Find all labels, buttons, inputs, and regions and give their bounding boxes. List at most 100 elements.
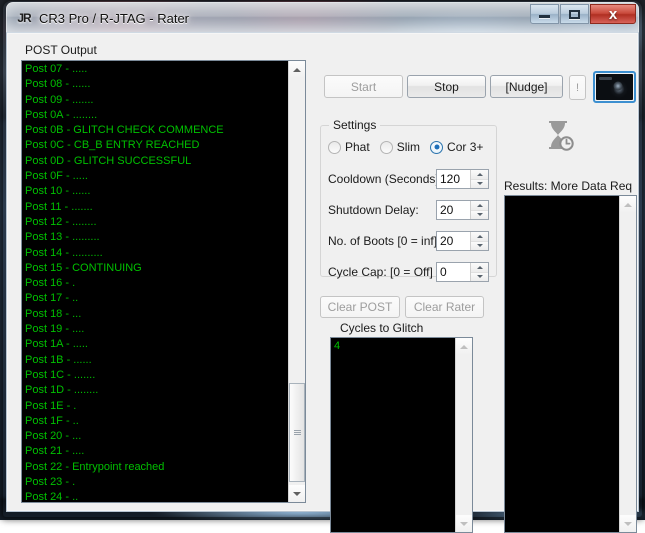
stop-button[interactable]: Stop	[407, 75, 486, 98]
minimize-button[interactable]	[530, 4, 559, 24]
radio-cor3plus-label: Cor 3+	[447, 140, 484, 154]
post-line: Post 20 - ...	[25, 430, 82, 443]
post-scrollbar[interactable]	[288, 61, 305, 502]
results-scroll-up-button[interactable]	[620, 196, 636, 213]
cycles-scroll-up-button[interactable]	[456, 338, 472, 355]
caret-down-icon	[476, 244, 483, 248]
post-scroll-thumb[interactable]	[289, 383, 305, 482]
cycle-cap-stepper[interactable]: 0	[436, 262, 489, 282]
window-controls: x	[530, 4, 636, 24]
boots-stepper-buttons	[470, 232, 488, 250]
caret-down-icon	[476, 213, 483, 217]
cooldown-row: Cooldown (Seconds) 120	[328, 169, 491, 189]
settings-legend: Settings	[329, 118, 381, 132]
cycles-to-glitch-value: 4	[334, 340, 341, 352]
post-line: Post 09 - .......	[25, 93, 94, 106]
cycles-scroll-down-button[interactable]	[456, 515, 472, 532]
cycle-cap-row: Cycle Cap: [0 = Off] 0	[328, 262, 491, 282]
caret-up-icon	[476, 203, 483, 207]
boots-label: No. of Boots [0 = inf]	[328, 234, 438, 248]
radio-cor3plus[interactable]: Cor 3+	[430, 140, 483, 154]
cycles-scrollbar[interactable]	[455, 338, 472, 532]
results-label: Results: More Data Req	[504, 179, 633, 193]
boots-row: No. of Boots [0 = inf] 20	[328, 231, 491, 251]
boots-decrement-button[interactable]	[471, 240, 488, 250]
results-panel	[504, 195, 637, 533]
cycle-cap-value[interactable]: 0	[437, 263, 470, 281]
cooldown-decrement-button[interactable]	[471, 178, 488, 188]
cooldown-increment-button[interactable]	[471, 170, 488, 179]
shutdown-delay-row: Shutdown Delay: 20	[328, 200, 491, 220]
close-button[interactable]: x	[590, 4, 636, 24]
camera-icon	[596, 74, 633, 100]
nudge-button[interactable]: [Nudge]	[490, 75, 563, 98]
clear-rater-button[interactable]: Clear Rater	[405, 296, 484, 318]
results-scroll-down-button[interactable]	[620, 515, 636, 532]
post-line: Post 23 - .	[25, 476, 76, 489]
post-line: Post 1A - .....	[25, 338, 88, 351]
post-output-label: POST Output	[25, 43, 97, 57]
maximize-icon	[569, 9, 580, 19]
post-line: Post 10 - ......	[25, 185, 91, 198]
chevron-up-icon	[460, 344, 468, 349]
post-line: Post 14 - ..........	[25, 246, 103, 259]
cycle-cap-stepper-buttons	[470, 263, 488, 281]
post-line: Post 07 - .....	[25, 63, 88, 75]
radio-phat[interactable]: Phat	[328, 140, 370, 154]
shutdown-delay-decrement-button[interactable]	[471, 209, 488, 219]
chevron-down-icon	[460, 521, 468, 526]
post-line: Post 18 - ...	[25, 307, 82, 320]
cooldown-value[interactable]: 120	[437, 170, 470, 188]
shutdown-delay-stepper[interactable]: 20	[436, 200, 489, 220]
boots-stepper[interactable]: 20	[436, 231, 489, 251]
cycle-cap-decrement-button[interactable]	[471, 271, 488, 281]
boots-value[interactable]: 20	[437, 232, 470, 250]
alert-button[interactable]: !	[569, 75, 586, 100]
post-line: Post 19 - ....	[25, 323, 85, 336]
post-scroll-down-button[interactable]	[289, 485, 305, 502]
post-line: Post 21 - ....	[25, 445, 85, 458]
client-area: POST Output Post 07 - ..... Post 08 - ...…	[6, 32, 639, 533]
hourglass-clock-icon	[537, 115, 579, 157]
chevron-down-icon	[624, 521, 632, 526]
chevron-up-icon	[624, 202, 632, 207]
post-line: Post 0A - ........	[25, 108, 98, 121]
cycle-cap-label: Cycle Cap: [0 = Off]	[328, 265, 433, 279]
shutdown-delay-value[interactable]: 20	[437, 201, 470, 219]
clear-post-button[interactable]: Clear POST	[320, 296, 400, 318]
cooldown-stepper-buttons	[470, 170, 488, 188]
cycle-cap-increment-button[interactable]	[471, 263, 488, 272]
post-line: Post 13 - .........	[25, 231, 100, 244]
post-scroll-up-button[interactable]	[289, 61, 305, 78]
results-scrollbar[interactable]	[619, 196, 636, 532]
radio-phat-dot	[328, 140, 341, 154]
caret-up-icon	[476, 265, 483, 269]
post-line: Post 24 - ..	[25, 491, 79, 503]
radio-phat-label: Phat	[345, 140, 370, 154]
mode-radio-group: Phat Slim Cor 3+	[328, 140, 493, 154]
settings-group: Settings Phat Slim Cor 3+ Cooldown (Seco…	[320, 118, 497, 282]
shutdown-delay-increment-button[interactable]	[471, 201, 488, 210]
camera-button[interactable]	[593, 71, 636, 103]
shutdown-delay-label: Shutdown Delay:	[328, 203, 419, 217]
cooldown-stepper[interactable]: 120	[436, 169, 489, 189]
shutdown-delay-stepper-buttons	[470, 201, 488, 219]
radio-slim-dot	[379, 140, 393, 154]
post-line: Post 0D - GLITCH SUCCESSFUL	[25, 154, 192, 167]
post-output-panel: Post 07 - ..... Post 08 - ...... Post 09 -…	[21, 60, 306, 503]
window-title: CR3 Pro / R-JTAG - Rater	[39, 10, 190, 26]
post-line: Post 15 - CONTINUING	[25, 261, 142, 274]
caret-up-icon	[476, 172, 483, 176]
post-line: Post 22 - Entrypoint reached	[25, 460, 165, 473]
post-output-list: Post 07 - ..... Post 08 - ...... Post 09 -…	[25, 62, 287, 503]
caret-down-icon	[476, 275, 483, 279]
radio-slim[interactable]: Slim	[379, 140, 420, 154]
title-bar-content: JR CR3 Pro / R-JTAG - Rater	[7, 3, 189, 33]
boots-increment-button[interactable]	[471, 232, 488, 241]
post-line: Post 1D - ........	[25, 384, 99, 397]
post-line: Post 0F - .....	[25, 170, 88, 183]
start-button[interactable]: Start	[324, 75, 403, 98]
post-line: Post 0B - GLITCH CHECK COMMENCE	[25, 124, 224, 137]
title-bar: JR CR3 Pro / R-JTAG - Rater x	[6, 2, 639, 32]
maximize-button[interactable]	[560, 4, 589, 24]
